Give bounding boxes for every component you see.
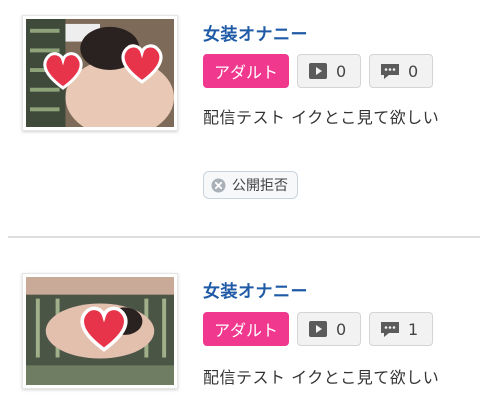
status-label: 公開拒否 — [232, 178, 288, 194]
play-icon — [308, 320, 328, 338]
comment-count: 1 — [408, 319, 419, 339]
video-list-item[interactable]: 女装オナニー アダルト 0 0 配信テスト イクとこ見て欲しい 公開拒否 — [0, 0, 480, 236]
video-description: 配信テスト イクとこ見て欲しい — [203, 368, 440, 387]
view-count: 0 — [336, 61, 347, 81]
close-circle-icon — [211, 178, 226, 193]
video-thumbnail[interactable] — [22, 15, 178, 131]
status-badge: 公開拒否 — [203, 171, 298, 199]
heart-icon — [119, 42, 165, 84]
video-thumbnail[interactable] — [22, 273, 178, 389]
view-count-badge: 0 — [297, 312, 361, 346]
heart-icon — [41, 50, 85, 90]
comment-count-badge: 1 — [369, 312, 433, 346]
video-title[interactable]: 女装オナニー — [203, 20, 308, 45]
video-title[interactable]: 女装オナニー — [203, 277, 308, 302]
badge-row: アダルト 0 0 — [203, 54, 433, 88]
heart-icon — [77, 304, 131, 352]
comment-icon — [380, 320, 400, 338]
comment-count-badge: 0 — [369, 54, 433, 88]
view-count-badge: 0 — [297, 54, 361, 88]
video-list-item[interactable]: 女装オナニー アダルト 0 1 配信テスト イクとこ見て欲しい — [0, 238, 480, 417]
category-badge[interactable]: アダルト — [203, 54, 289, 88]
badge-row: アダルト 0 1 — [203, 312, 433, 346]
video-description: 配信テスト イクとこ見て欲しい — [203, 108, 440, 127]
category-badge[interactable]: アダルト — [203, 312, 289, 346]
view-count: 0 — [336, 319, 347, 339]
comment-count: 0 — [408, 61, 419, 81]
comment-icon — [380, 62, 400, 80]
play-icon — [308, 62, 328, 80]
